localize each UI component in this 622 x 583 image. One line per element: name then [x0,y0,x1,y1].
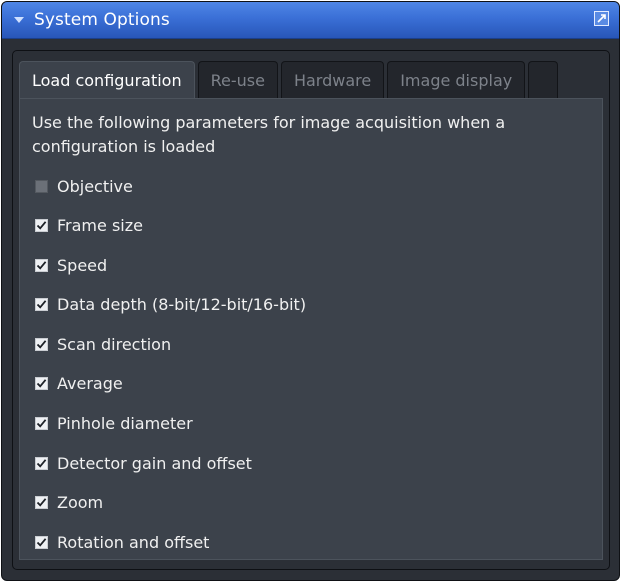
option-label: Objective [57,176,133,196]
undock-icon[interactable] [594,11,609,26]
option-label: Pinhole diameter [57,413,193,433]
checkbox-checked-icon[interactable] [35,535,48,549]
tab-bar-filler [528,61,559,98]
option-label: Detector gain and offset [57,453,252,473]
checkbox-checked-icon[interactable] [35,495,48,509]
options-content: Load configuration Re-use Hardware Image… [12,50,610,570]
panel-title: System Options [34,10,170,30]
option-rotation-offset[interactable]: Rotation and offset [35,531,209,553]
option-label: Average [57,373,123,393]
system-options-panel: System Options Load configuration Re-use… [1,1,620,581]
option-label: Data depth (8-bit/12-bit/16-bit) [57,294,307,314]
option-frame-size[interactable]: Frame size [35,214,143,236]
option-scan-direction[interactable]: Scan direction [35,333,171,355]
checkbox-checked-icon[interactable] [35,416,48,430]
checkbox-unchecked-icon[interactable] [35,179,48,193]
tab-image-display[interactable]: Image display [387,61,526,98]
option-label: Speed [57,255,108,275]
checkbox-checked-icon[interactable] [35,376,48,390]
option-data-depth[interactable]: Data depth (8-bit/12-bit/16-bit) [35,293,306,315]
option-speed[interactable]: Speed [35,254,107,276]
tab-re-use[interactable]: Re-use [197,61,278,98]
collapse-arrow-icon[interactable] [14,17,24,23]
checkbox-checked-icon[interactable] [35,218,48,232]
option-zoom[interactable]: Zoom [35,491,103,513]
option-detector-gain[interactable]: Detector gain and offset [35,452,252,474]
option-label: Zoom [57,492,104,512]
option-label: Scan direction [57,334,172,354]
option-label: Frame size [57,215,143,235]
tab-bar: Load configuration Re-use Hardware Image… [19,61,559,98]
checkbox-checked-icon[interactable] [35,337,48,351]
checkbox-checked-icon[interactable] [35,456,48,470]
description-text: Use the following parameters for image a… [32,113,506,156]
option-label: Rotation and offset [57,532,210,552]
checkbox-checked-icon[interactable] [35,258,48,272]
tab-load-configuration[interactable]: Load configuration [19,61,195,98]
option-pinhole-diameter[interactable]: Pinhole diameter [35,412,193,434]
tab-hardware[interactable]: Hardware [280,61,385,98]
checkbox-checked-icon[interactable] [35,297,48,311]
load-configuration-pane: Use the following parameters for image a… [19,98,603,560]
option-average[interactable]: Average [35,372,123,394]
panel-title-bar[interactable]: System Options [2,2,619,39]
option-objective[interactable]: Objective [35,175,133,197]
